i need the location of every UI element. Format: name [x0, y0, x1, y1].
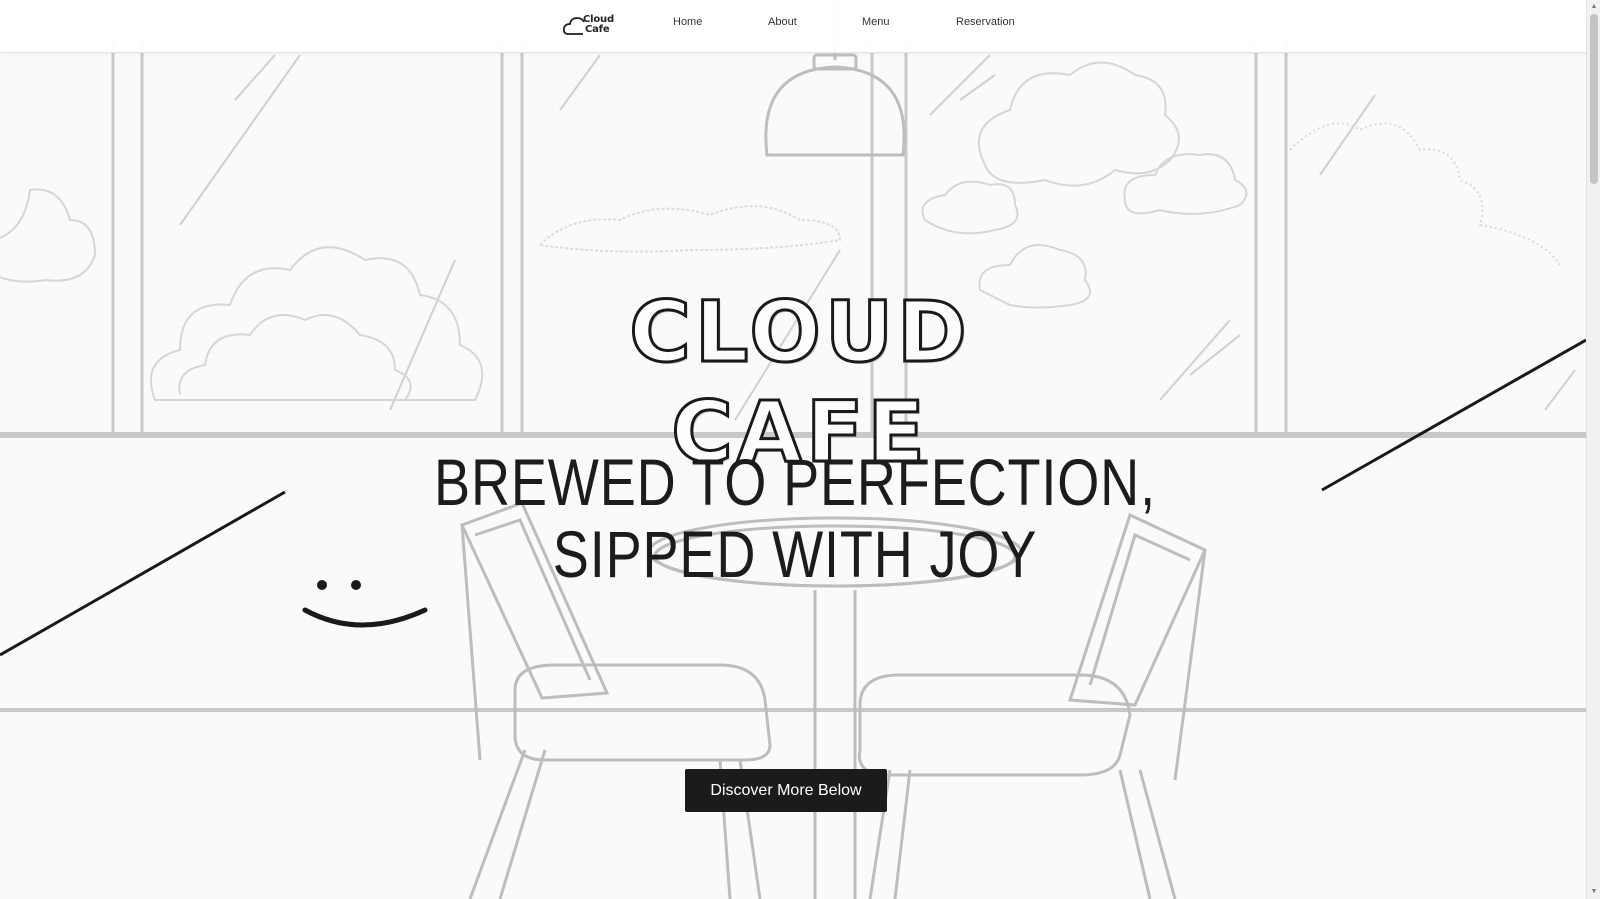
nav-reservation[interactable]: Reservation: [956, 16, 1015, 28]
hero-tagline: BREWED TO PERFECTION, SIPPED WITH JOY: [434, 445, 1156, 591]
nav-about[interactable]: About: [768, 16, 797, 28]
scroll-up-arrow-icon[interactable]: ▲: [1587, 0, 1600, 14]
nav-menu[interactable]: Menu: [862, 16, 890, 28]
logo-text-line2: Cafe: [585, 24, 610, 35]
vertical-scrollbar[interactable]: ▲ ▼: [1586, 0, 1600, 899]
scroll-thumb[interactable]: [1590, 14, 1598, 184]
top-navigation: Cloud Cafe Home About Menu Reservation: [0, 0, 1586, 53]
nav-home[interactable]: Home: [673, 16, 702, 28]
hero-section: CLOUD CAFE BREWED TO PERFECTION, SIPPED …: [0, 0, 1586, 899]
brand-logo[interactable]: Cloud Cafe: [563, 10, 619, 40]
discover-more-button[interactable]: Discover More Below: [685, 769, 887, 812]
scroll-down-arrow-icon[interactable]: ▼: [1587, 885, 1600, 899]
